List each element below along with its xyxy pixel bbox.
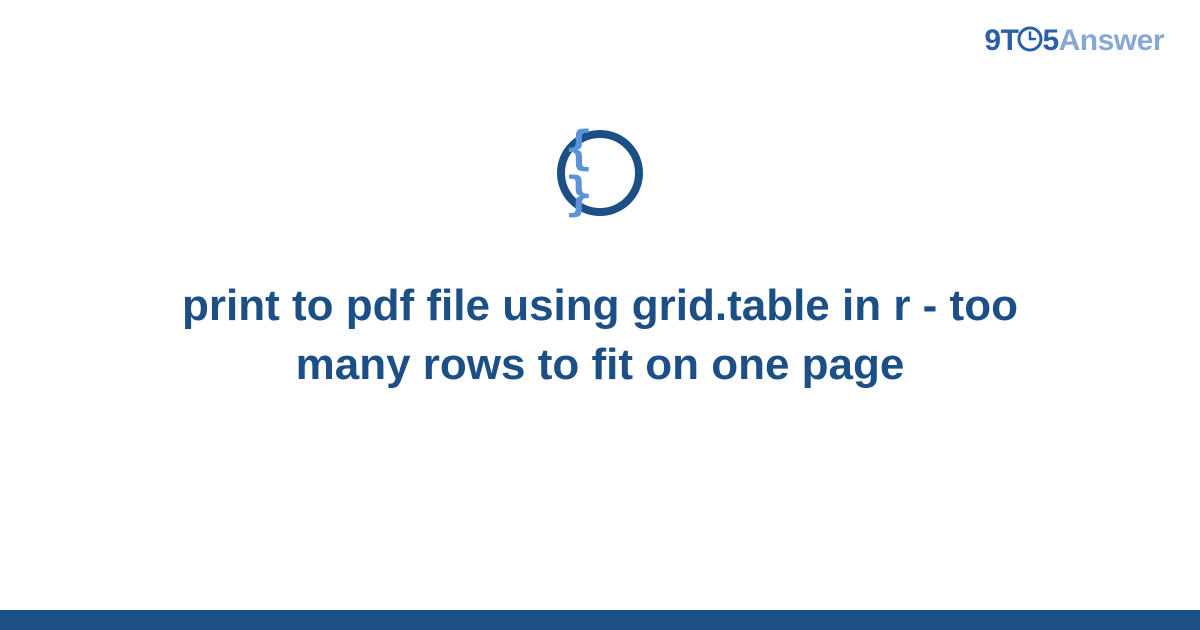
brand-logo: 9T 5Answer [984,24,1164,58]
main-content: { } print to pdf file using grid.table i… [0,130,1200,395]
brand-text-answer: Answer [1059,24,1164,57]
clock-icon [1017,26,1043,52]
page-title: print to pdf file using grid.table in r … [120,276,1080,395]
braces-glyph: { } [565,125,635,217]
footer-accent-bar [0,610,1200,630]
brand-text-9t: 9T [984,24,1018,57]
brand-text-5: 5 [1042,24,1058,57]
code-braces-icon: { } [557,130,643,216]
